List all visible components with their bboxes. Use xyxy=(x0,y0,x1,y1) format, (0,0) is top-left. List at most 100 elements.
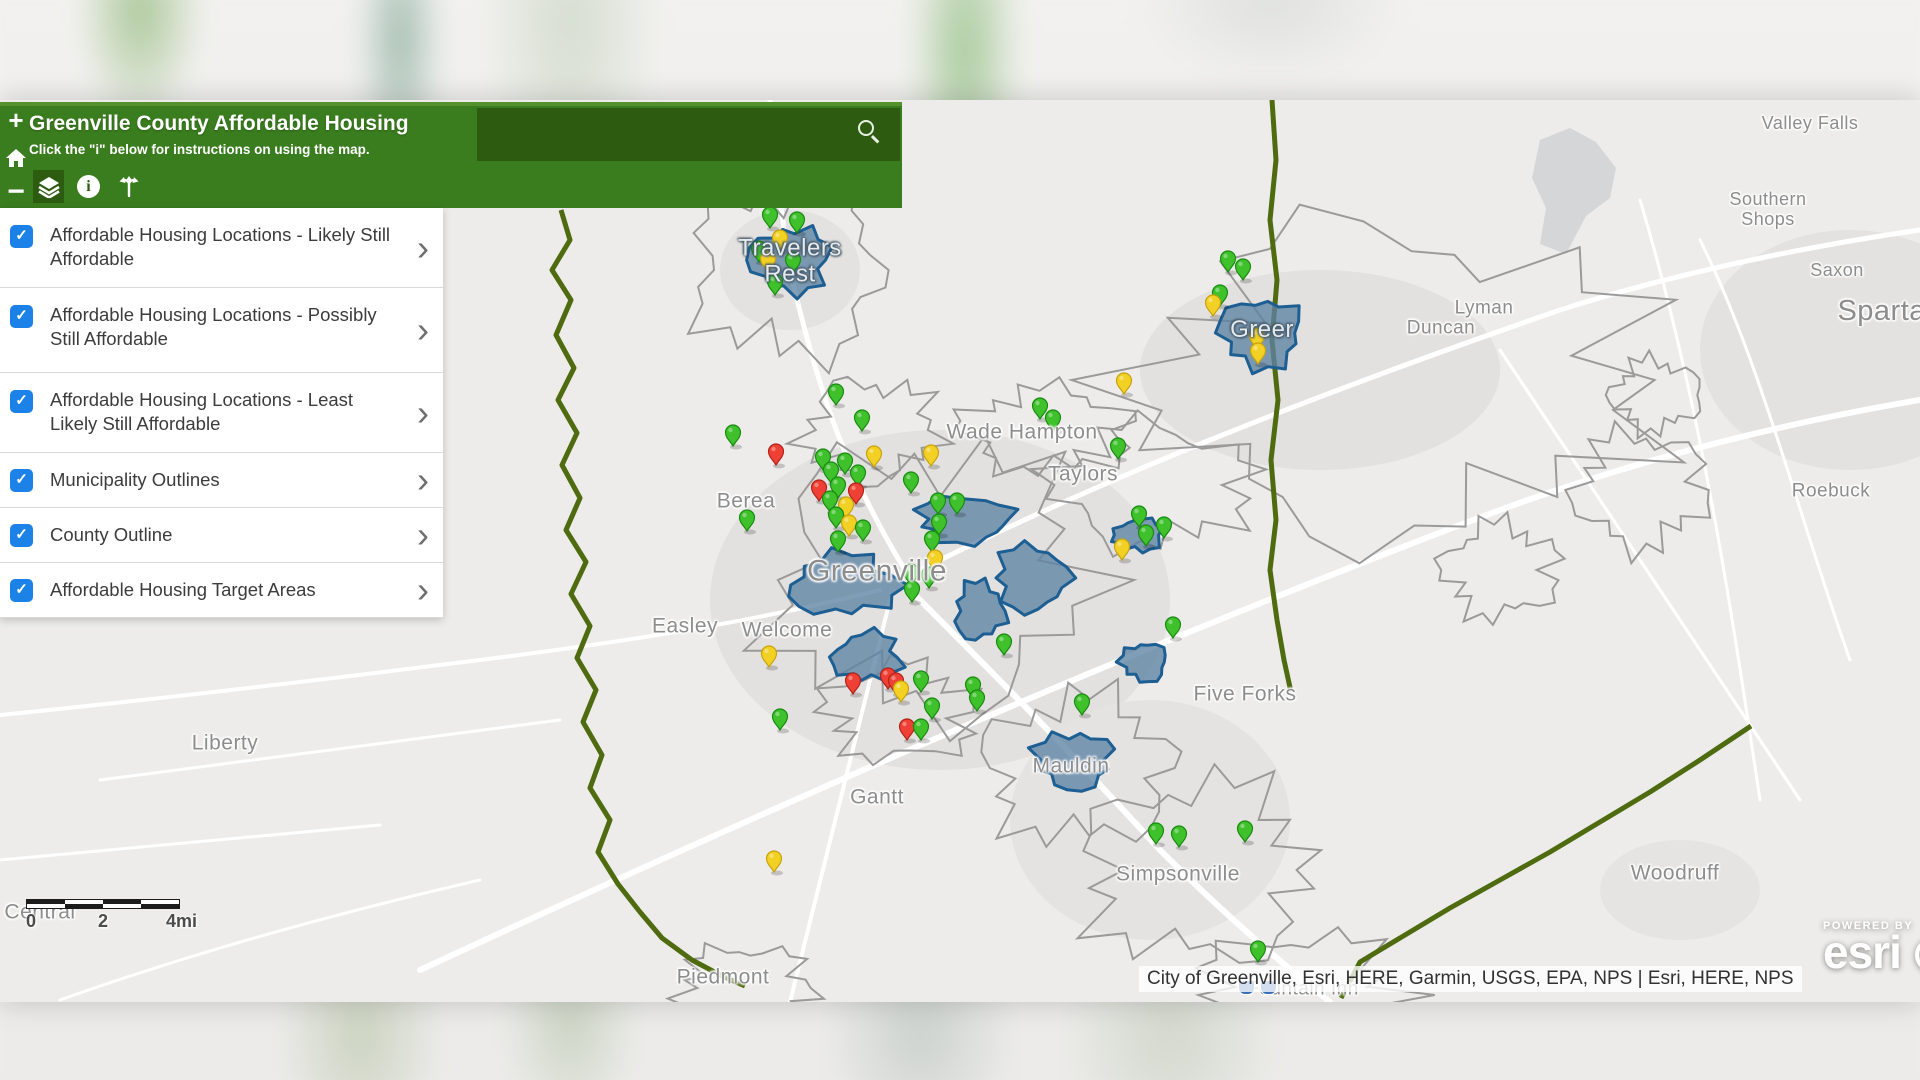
scale-label-4mi: 4mi xyxy=(166,911,197,932)
chevron-right-icon[interactable]: › xyxy=(417,320,429,340)
housing-location-pin-g[interactable] xyxy=(997,634,1014,659)
housing-location-pin-y[interactable] xyxy=(867,446,884,471)
layer-checkbox[interactable]: ✓ xyxy=(10,469,33,492)
search-input[interactable] xyxy=(477,108,900,161)
layer-checkbox[interactable]: ✓ xyxy=(10,305,33,328)
place-label: Five Forks xyxy=(1193,682,1296,705)
scale-label-0: 0 xyxy=(26,911,36,932)
housing-location-pin-g[interactable] xyxy=(1111,438,1128,463)
housing-location-pin-g[interactable] xyxy=(1221,251,1238,276)
housing-location-pin-y[interactable] xyxy=(767,851,784,876)
housing-location-pin-y[interactable] xyxy=(924,445,941,470)
esri-wordmark: esri xyxy=(1823,932,1913,973)
place-label: Taylors xyxy=(1048,462,1118,485)
place-label: Berea xyxy=(717,489,776,512)
housing-location-pin-g[interactable] xyxy=(914,719,931,744)
layers-icon xyxy=(38,176,60,198)
place-label: Gantt xyxy=(850,785,904,808)
place-label: Woodruff xyxy=(1631,861,1719,884)
zoom-out-button[interactable]: − xyxy=(4,180,28,204)
housing-location-pin-g[interactable] xyxy=(925,698,942,723)
target-area xyxy=(1116,644,1165,682)
place-label: Greenville xyxy=(807,555,947,588)
app-title: Greenville County Affordable Housing xyxy=(29,112,409,136)
place-label: Southern Shops xyxy=(1729,190,1806,230)
place-label: Liberty xyxy=(192,731,259,754)
scale-bar-segments xyxy=(26,899,180,909)
housing-location-pin-y[interactable] xyxy=(894,681,911,706)
share-button[interactable] xyxy=(113,170,144,203)
layer-checkbox[interactable]: ✓ xyxy=(10,225,33,248)
place-label: Lyman xyxy=(1455,299,1514,320)
chevron-right-icon[interactable]: › xyxy=(417,470,429,490)
layer-row[interactable]: ✓ Affordable Housing Locations - Least L… xyxy=(0,373,443,453)
housing-location-pin-r[interactable] xyxy=(846,673,863,698)
target-area xyxy=(955,578,1009,640)
layer-label: Municipality Outlines xyxy=(50,468,399,492)
layer-label: County Outline xyxy=(50,523,399,547)
housing-location-pin-g[interactable] xyxy=(1238,821,1255,846)
app-header: + − Greenville County Affordable Housing… xyxy=(0,102,902,208)
housing-location-pin-y[interactable] xyxy=(762,646,779,671)
info-icon: i xyxy=(77,175,100,198)
layer-row[interactable]: ✓ County Outline › xyxy=(0,508,443,563)
housing-location-pin-y[interactable] xyxy=(1117,373,1134,398)
layer-label: Affordable Housing Locations - Likely St… xyxy=(50,223,399,271)
housing-location-pin-g[interactable] xyxy=(740,510,757,535)
housing-location-pin-g[interactable] xyxy=(1166,617,1183,642)
housing-location-pin-g[interactable] xyxy=(855,410,872,435)
home-icon xyxy=(5,148,27,168)
municipality-outline xyxy=(1072,205,1685,564)
housing-location-pin-y[interactable] xyxy=(1206,295,1223,320)
layer-row[interactable]: ✓ Affordable Housing Locations - Possibl… xyxy=(0,288,443,373)
housing-location-pin-r[interactable] xyxy=(900,719,917,744)
place-label: Valley Falls xyxy=(1762,114,1859,134)
housing-location-pin-g[interactable] xyxy=(1149,823,1166,848)
housing-location-pin-g[interactable] xyxy=(829,384,846,409)
layer-label: Affordable Housing Target Areas xyxy=(50,578,399,602)
municipality-outline xyxy=(1606,351,1700,439)
home-button[interactable] xyxy=(4,148,28,173)
chevron-right-icon[interactable]: › xyxy=(417,525,429,545)
place-label: Simpsonville xyxy=(1116,862,1240,885)
housing-location-pin-g[interactable] xyxy=(1172,826,1189,851)
layer-label: Affordable Housing Locations - Least Lik… xyxy=(50,388,399,436)
place-label: Spartanburg xyxy=(1837,296,1920,328)
housing-location-pin-y[interactable] xyxy=(1115,539,1132,564)
housing-location-pin-r[interactable] xyxy=(769,444,786,469)
layer-list-button[interactable] xyxy=(33,170,64,203)
place-label: Saxon xyxy=(1810,261,1864,281)
housing-location-pin-g[interactable] xyxy=(726,425,743,450)
chevron-right-icon[interactable]: › xyxy=(417,238,429,258)
place-label: Travelers Rest xyxy=(738,236,842,289)
county-outline xyxy=(552,210,745,986)
county-outline xyxy=(1270,100,1291,692)
place-label: Piedmont xyxy=(677,965,770,988)
layer-label: Affordable Housing Locations - Possibly … xyxy=(50,303,399,351)
place-label: Welcome xyxy=(742,618,833,641)
housing-location-pin-g[interactable] xyxy=(773,709,790,734)
layer-checkbox[interactable]: ✓ xyxy=(10,579,33,602)
place-label: Mauldin xyxy=(1032,754,1109,777)
layer-checkbox[interactable]: ✓ xyxy=(10,390,33,413)
esri-logo: POWERED BY esri xyxy=(1823,920,1913,973)
scale-label-2: 2 xyxy=(98,911,108,932)
chevron-right-icon[interactable]: › xyxy=(417,403,429,423)
housing-location-pin-g[interactable] xyxy=(1075,694,1092,719)
place-label: Easley xyxy=(652,614,718,637)
housing-location-pin-g[interactable] xyxy=(904,472,921,497)
place-label: Roebuck xyxy=(1792,482,1871,503)
housing-location-pin-g[interactable] xyxy=(970,690,987,715)
layer-row[interactable]: ✓ Affordable Housing Target Areas › xyxy=(0,563,443,618)
chevron-right-icon[interactable]: › xyxy=(417,580,429,600)
housing-location-pin-g[interactable] xyxy=(856,520,873,545)
layer-row[interactable]: ✓ Municipality Outlines › xyxy=(0,453,443,508)
place-label: Duncan xyxy=(1407,319,1476,340)
housing-location-pin-g[interactable] xyxy=(1236,259,1253,284)
housing-location-pin-g[interactable] xyxy=(763,207,780,232)
place-label: Wade Hampton xyxy=(946,420,1097,443)
zoom-in-button[interactable]: + xyxy=(4,108,28,132)
layer-row[interactable]: ✓ Affordable Housing Locations - Likely … xyxy=(0,208,443,288)
info-button[interactable]: i xyxy=(73,170,104,203)
layer-checkbox[interactable]: ✓ xyxy=(10,524,33,547)
